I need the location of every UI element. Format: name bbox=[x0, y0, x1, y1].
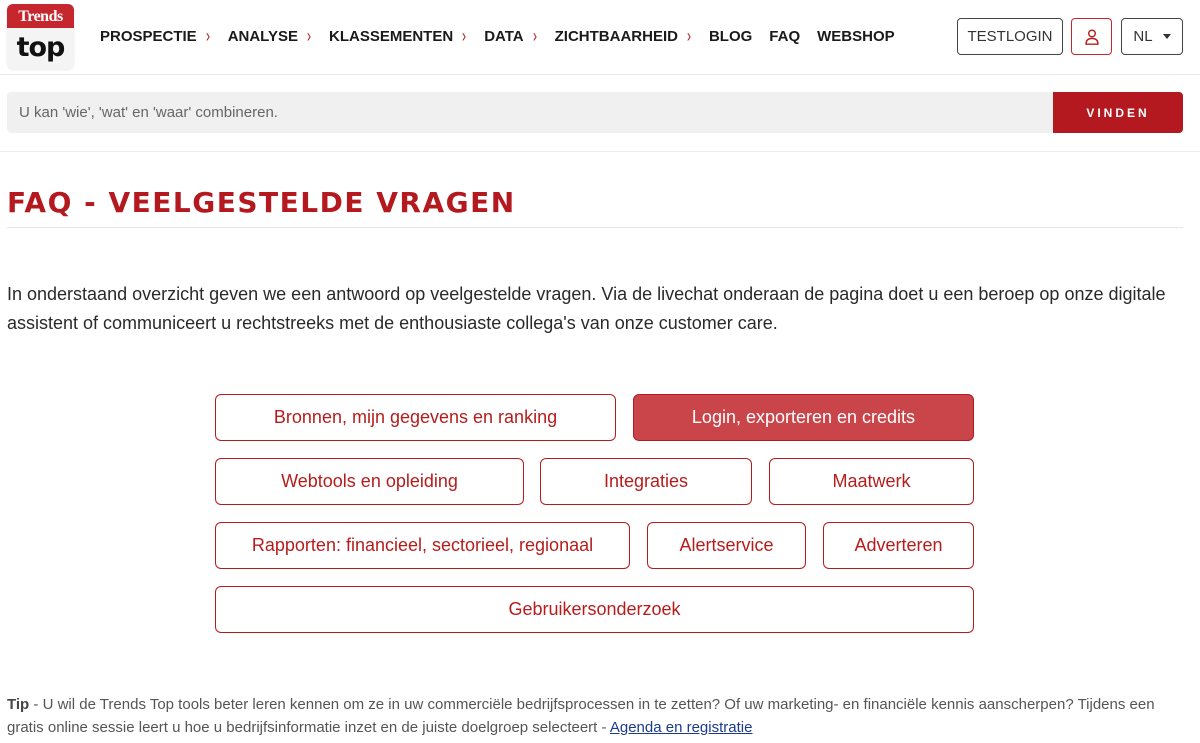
tip-text: Tip - U wil de Trends Top tools beter le… bbox=[7, 693, 1192, 739]
page-title: FAQ - VEELGESTELDE VRAGEN bbox=[7, 186, 516, 219]
intro-text: In onderstaand overzicht geven we een an… bbox=[7, 284, 1166, 333]
nav-label: PROSPECTIE bbox=[100, 27, 197, 45]
site-header: Trends top PROSPECTIE › ANALYSE › KLASSEME… bbox=[0, 0, 1200, 75]
nav-item-zichtbaarheid[interactable]: ZICHTBAARHEID › bbox=[555, 27, 692, 45]
nav-item-blog[interactable]: BLOG bbox=[709, 28, 752, 45]
agenda-registration-link[interactable]: Agenda en registratie bbox=[610, 719, 753, 736]
nav-item-prospectie[interactable]: PROSPECTIE › bbox=[100, 27, 211, 45]
nav-label: BLOG bbox=[708, 27, 753, 45]
search-bar: VINDEN bbox=[0, 75, 1200, 152]
language-label: NL bbox=[1133, 28, 1153, 45]
nav-item-webshop[interactable]: WEBSHOP bbox=[817, 28, 895, 45]
nav-label: DATA bbox=[484, 27, 524, 45]
language-select[interactable]: NL bbox=[1121, 18, 1183, 55]
chevron-right-icon: › bbox=[306, 26, 312, 46]
search-submit-button[interactable]: VINDEN bbox=[1053, 92, 1183, 133]
category-button-alertservice[interactable]: Alertservice bbox=[647, 522, 806, 569]
title-divider bbox=[7, 227, 1183, 228]
category-button-rapporten[interactable]: Rapporten: financieel, sectorieel, regio… bbox=[215, 522, 630, 569]
nav-item-analyse[interactable]: ANALYSE › bbox=[228, 27, 312, 45]
trends-top-logo[interactable]: Trends top bbox=[7, 4, 74, 69]
nav-item-faq[interactable]: FAQ bbox=[769, 28, 800, 45]
nav-label: ZICHTBAARHEID bbox=[554, 27, 678, 45]
user-icon bbox=[1084, 29, 1099, 45]
chevron-right-icon: › bbox=[686, 26, 692, 46]
category-button-login[interactable]: Login, exporteren en credits bbox=[633, 394, 974, 441]
nav-label: ANALYSE bbox=[227, 27, 298, 45]
main-nav: PROSPECTIE › ANALYSE › KLASSEMENTEN › DATA ›… bbox=[100, 0, 912, 72]
nav-item-data[interactable]: DATA › bbox=[484, 27, 537, 45]
category-button-gebruikersonderzoek[interactable]: Gebruikersonderzoek bbox=[215, 586, 974, 633]
user-account-button[interactable] bbox=[1071, 18, 1112, 55]
category-button-webtools[interactable]: Webtools en opleiding bbox=[215, 458, 524, 505]
tip-label: Tip bbox=[7, 696, 30, 713]
nav-label: WEBSHOP bbox=[817, 27, 895, 45]
category-button-integraties[interactable]: Integraties bbox=[540, 458, 752, 505]
search-input[interactable] bbox=[7, 92, 1053, 133]
logo-top-text: top bbox=[16, 32, 66, 63]
logo-trends-text: Trends bbox=[7, 4, 74, 28]
nav-label: KLASSEMENTEN bbox=[329, 27, 454, 45]
category-button-bronnen[interactable]: Bronnen, mijn gegevens en ranking bbox=[215, 394, 616, 441]
caret-down-icon bbox=[1162, 34, 1171, 39]
category-button-maatwerk[interactable]: Maatwerk bbox=[769, 458, 974, 505]
testlogin-button[interactable]: TESTLOGIN bbox=[957, 18, 1063, 55]
category-button-adverteren[interactable]: Adverteren bbox=[823, 522, 974, 569]
chevron-right-icon: › bbox=[205, 26, 210, 46]
nav-item-klassementen[interactable]: KLASSEMENTEN › bbox=[329, 27, 467, 45]
chevron-right-icon: › bbox=[532, 26, 537, 46]
nav-label: FAQ bbox=[769, 27, 801, 45]
tip-body: - U wil de Trends Top tools beter leren … bbox=[7, 696, 1155, 736]
chevron-right-icon: › bbox=[462, 26, 467, 46]
